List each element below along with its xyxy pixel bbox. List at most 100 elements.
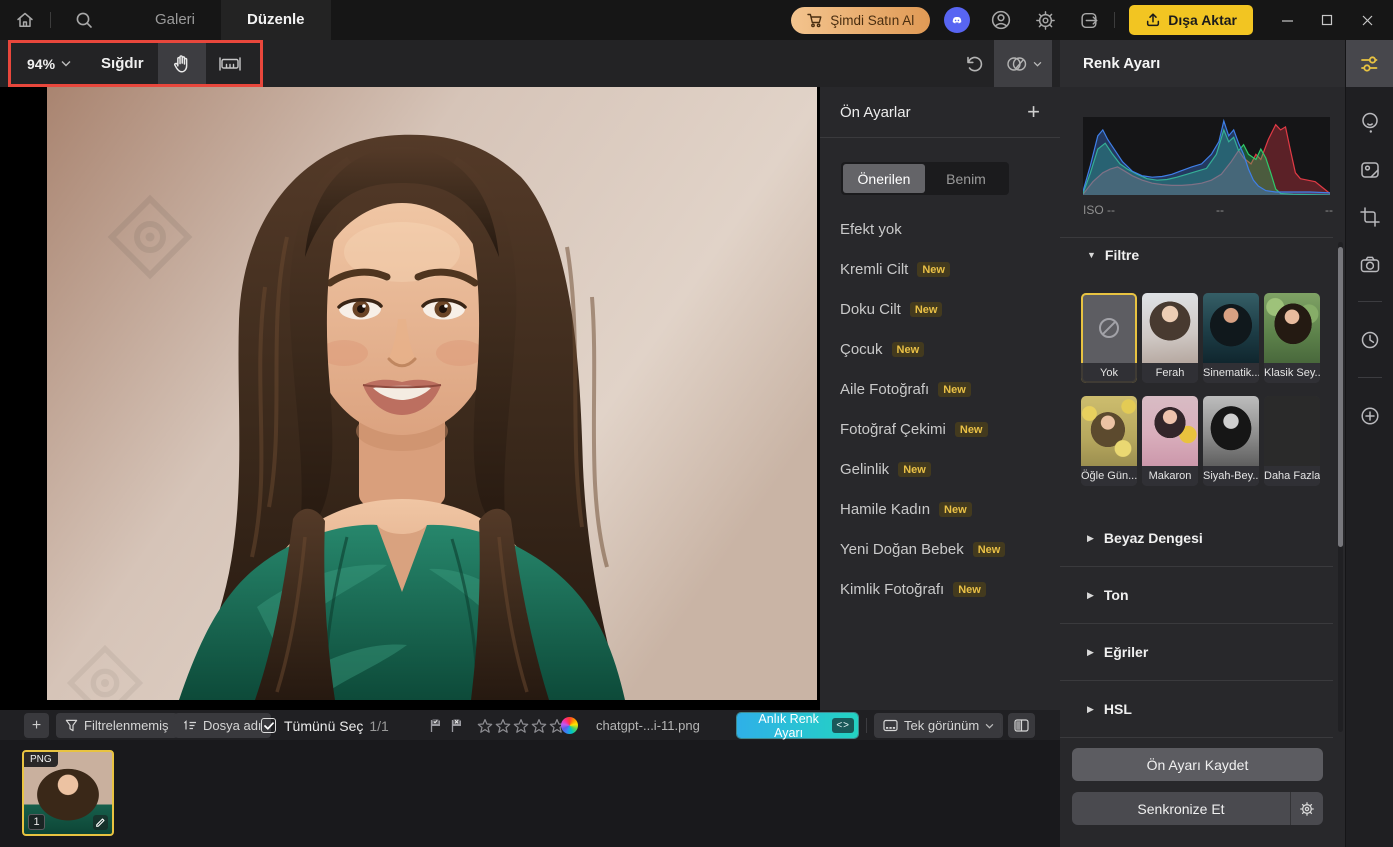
sync-button[interactable]: Senkronize Et xyxy=(1072,792,1291,825)
photo-effects-tool[interactable] xyxy=(1346,146,1393,193)
maximize-button[interactable] xyxy=(1307,0,1347,40)
add-more-tool[interactable] xyxy=(1346,392,1393,439)
close-button[interactable] xyxy=(1347,0,1387,40)
ruler-tool-button[interactable] xyxy=(206,43,254,84)
search-button[interactable] xyxy=(67,3,101,37)
section-e-riler[interactable]: ▶Eğriler xyxy=(1060,624,1333,681)
home-button[interactable] xyxy=(8,3,42,37)
zoom-level-dropdown[interactable]: 94% xyxy=(11,43,75,84)
preset-item[interactable]: Efekt yok xyxy=(820,209,1060,249)
section-beyaz-dengesi[interactable]: ▶Beyaz Dengesi xyxy=(1060,510,1333,567)
star-rating xyxy=(477,713,565,738)
filter-thumbnail[interactable]: Daha Fazla xyxy=(1264,396,1320,486)
compare-button[interactable] xyxy=(994,40,1052,87)
filter-thumbnail[interactable]: Makaron xyxy=(1142,396,1198,486)
gear-icon xyxy=(1299,801,1315,817)
star-icon[interactable] xyxy=(531,718,547,734)
cart-icon xyxy=(807,13,823,28)
account-button[interactable] xyxy=(984,3,1018,37)
search-icon xyxy=(74,10,94,30)
image-thumbnail[interactable]: PNG 1 xyxy=(22,750,114,836)
logout-button[interactable] xyxy=(1072,3,1106,37)
filter-section-header[interactable]: ▼ Filtre xyxy=(1087,247,1139,263)
view-mode-button[interactable]: Tek görünüm xyxy=(874,713,1003,738)
panel-scrollbar[interactable] xyxy=(1338,242,1343,732)
preset-tabs: Önerilen Benim xyxy=(841,162,1009,195)
image-canvas[interactable] xyxy=(0,87,820,710)
color-adjust-tool[interactable] xyxy=(1346,40,1393,87)
portrait-retouch-tool[interactable] xyxy=(1346,99,1393,146)
gear-icon xyxy=(1035,10,1056,31)
buy-now-label: Şimdi Satın Al xyxy=(830,13,914,28)
preset-item-label: Kimlik Fotoğrafı xyxy=(840,581,944,598)
discord-icon xyxy=(944,7,970,33)
add-image-button[interactable]: + xyxy=(24,713,49,738)
preset-item[interactable]: Kremli CiltNew xyxy=(820,249,1060,289)
buy-now-button[interactable]: Şimdi Satın Al xyxy=(791,7,930,34)
star-icon[interactable] xyxy=(495,718,511,734)
star-icon[interactable] xyxy=(477,718,493,734)
filter-images-button[interactable]: Filtrelenmemiş xyxy=(56,713,178,738)
filter-preview xyxy=(1081,396,1137,466)
flag-reject-icon[interactable] xyxy=(449,718,465,734)
scrollbar-thumb[interactable] xyxy=(1338,247,1343,547)
preset-item[interactable]: Fotoğraf ÇekimiNew xyxy=(820,409,1060,449)
titlebar-divider xyxy=(1114,12,1115,28)
section-ton[interactable]: ▶ Ton xyxy=(1060,567,1333,624)
fit-button[interactable]: Sığdır xyxy=(93,43,152,84)
canvas-toolbar: 94% Sığdır xyxy=(0,40,1060,87)
settings-button[interactable] xyxy=(1028,3,1062,37)
camera-tool[interactable] xyxy=(1346,240,1393,287)
section-title: Ton xyxy=(1104,587,1129,603)
split-view-button[interactable] xyxy=(1008,713,1035,738)
preset-item[interactable]: Aile FotoğrafıNew xyxy=(820,369,1060,409)
tab-recommended[interactable]: Önerilen xyxy=(843,164,925,193)
select-all-checkbox[interactable] xyxy=(261,718,276,733)
preset-item[interactable]: Yeni Doğan Bebek New xyxy=(820,529,1060,569)
flag-pick-icon[interactable] xyxy=(428,718,444,734)
discord-button[interactable] xyxy=(940,3,974,37)
chevron-down-icon xyxy=(61,60,71,67)
filter-thumbnail[interactable]: Siyah-Bey... xyxy=(1203,396,1259,486)
preset-item[interactable]: Doku CiltNew xyxy=(820,289,1060,329)
preset-item-label: Aile Fotoğrafı xyxy=(840,381,929,398)
undo-button[interactable] xyxy=(954,40,994,87)
sort-by-button[interactable]: Dosya adı xyxy=(174,713,271,738)
preset-item[interactable]: ÇocukNew xyxy=(820,329,1060,369)
collapse-arrow-icon: ▶ xyxy=(1087,590,1094,601)
instant-toggle-icon[interactable]: <> xyxy=(832,718,854,733)
new-badge: New xyxy=(955,422,988,437)
tab-mine[interactable]: Benim xyxy=(925,164,1007,193)
history-tool[interactable] xyxy=(1346,316,1393,363)
save-preset-button[interactable]: Ön Ayarı Kaydet xyxy=(1072,748,1323,781)
filter-preview xyxy=(1203,396,1259,466)
filter-thumbnail[interactable]: Yok xyxy=(1081,293,1137,383)
zoom-tools-highlight: 94% Sığdır xyxy=(8,40,263,87)
divider xyxy=(1358,377,1382,378)
preset-item[interactable]: Hamile KadınNew xyxy=(820,489,1060,529)
tab-gallery[interactable]: Galeri xyxy=(129,0,221,40)
preset-item-label: Kremli Cilt xyxy=(840,261,908,278)
tab-edit[interactable]: Düzenle xyxy=(221,0,331,40)
filter-thumbnail[interactable]: Ferah xyxy=(1142,293,1198,383)
section-hsl[interactable]: ▶HSL xyxy=(1060,681,1333,738)
color-label-wheel[interactable] xyxy=(561,717,578,734)
plus-circle-icon xyxy=(1359,405,1381,427)
filter-label: Siyah-Bey... xyxy=(1203,466,1259,486)
new-badge: New xyxy=(973,542,1006,557)
minimize-button[interactable] xyxy=(1267,0,1307,40)
titlebar-divider xyxy=(50,12,51,28)
star-icon[interactable] xyxy=(513,718,529,734)
preset-item[interactable]: GelinlikNew xyxy=(820,449,1060,489)
sync-settings-button[interactable] xyxy=(1291,792,1323,825)
add-preset-button[interactable]: + xyxy=(1027,102,1040,122)
filter-thumbnail[interactable]: Sinematik... xyxy=(1203,293,1259,383)
hand-tool-button[interactable] xyxy=(158,43,206,84)
filter-thumbnail[interactable]: Öğle Gün... xyxy=(1081,396,1137,486)
crop-tool[interactable] xyxy=(1346,193,1393,240)
preset-item[interactable]: Kimlik FotoğrafıNew xyxy=(820,569,1060,609)
export-button[interactable]: Dışa Aktar xyxy=(1129,5,1253,35)
filter-thumbnail[interactable]: Klasik Sey... xyxy=(1264,293,1320,383)
instant-color-button[interactable]: Anlık Renk Ayarı <> xyxy=(737,713,858,738)
preset-item-label: Yeni Doğan Bebek xyxy=(840,541,964,558)
